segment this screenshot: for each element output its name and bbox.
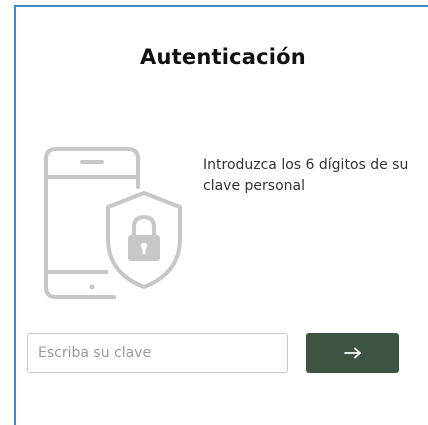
submit-button[interactable] (306, 333, 399, 373)
phone-shield-lock-icon (42, 147, 202, 312)
dialog-title: Autenticación (140, 45, 306, 69)
arrow-right-icon (343, 347, 362, 359)
instruction-text: Introduzca los 6 dígitos de su clave per… (203, 157, 409, 194)
key-input[interactable] (27, 333, 288, 373)
